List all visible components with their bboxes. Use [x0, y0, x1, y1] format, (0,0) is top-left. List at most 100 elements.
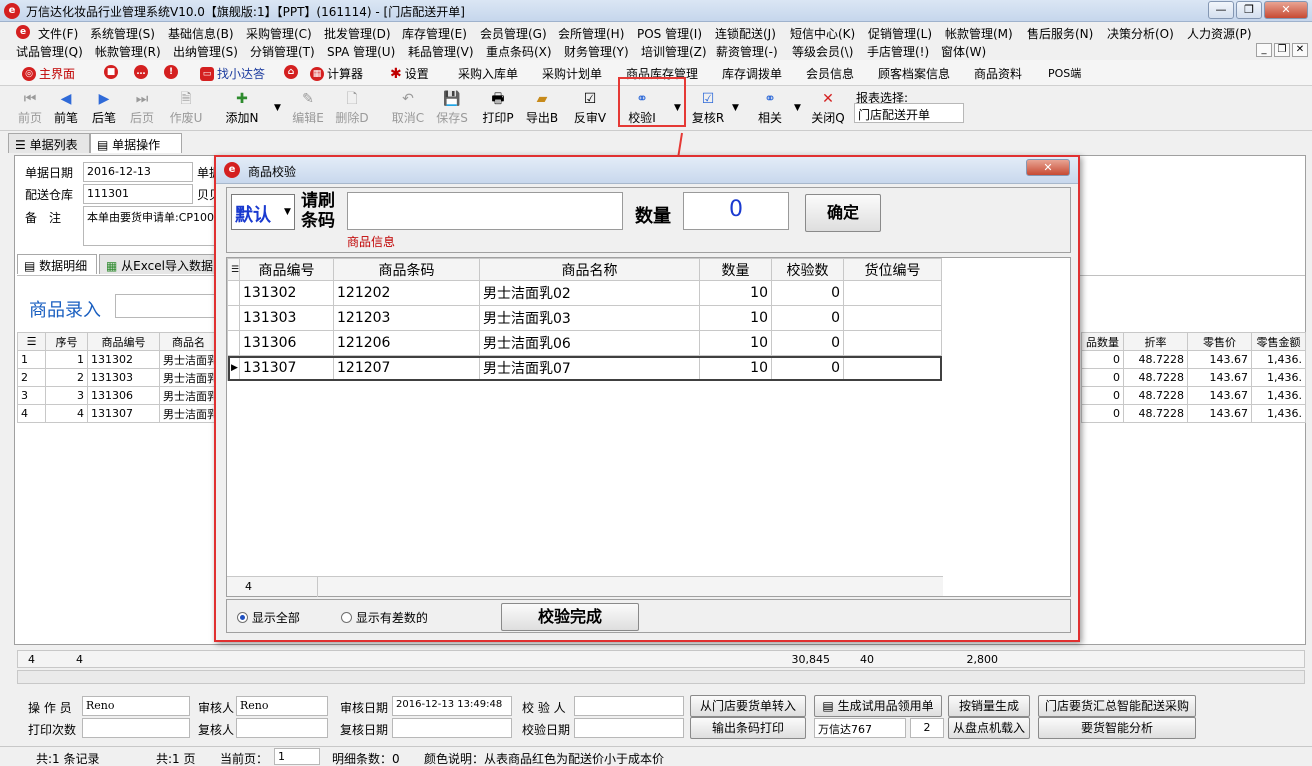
- reviewer-field[interactable]: [236, 718, 328, 738]
- tab-detail[interactable]: ▤ 数据明细: [17, 254, 97, 274]
- cell[interactable]: 0: [1081, 386, 1124, 405]
- menu-item[interactable]: 试品管理(Q): [16, 43, 83, 60]
- col-header[interactable]: 序号: [45, 332, 88, 351]
- nav-link[interactable]: 库存调拨单: [722, 65, 782, 82]
- quantity-input[interactable]: 0: [683, 192, 789, 230]
- verify-button[interactable]: ⚭ 校验I: [622, 89, 662, 129]
- cell[interactable]: 131302: [87, 350, 160, 369]
- cell[interactable]: 131306: [87, 386, 160, 405]
- smart-purchase-button[interactable]: 门店要货汇总智能配送采购: [1038, 695, 1196, 717]
- cell[interactable]: [843, 280, 942, 306]
- menu-item[interactable]: 会员管理(G): [480, 25, 547, 42]
- generate-by-sales-button[interactable]: 按销量生成: [948, 695, 1030, 717]
- table-row[interactable]: 3 3 131306 男士洁面乳: [17, 386, 218, 405]
- menu-item[interactable]: 薪资管理(-): [716, 43, 778, 60]
- related-dropdown-arrow[interactable]: ▼: [794, 103, 801, 113]
- col-header[interactable]: 商品编号: [239, 258, 334, 281]
- cell[interactable]: 131303: [87, 368, 160, 387]
- verify-dropdown-arrow[interactable]: ▼: [674, 103, 681, 113]
- nav-link[interactable]: 顾客档案信息: [878, 65, 950, 82]
- table-row[interactable]: 0 48.7228 143.67 1,436.: [1081, 404, 1306, 423]
- col-header[interactable]: 商品名: [159, 332, 218, 351]
- col-header[interactable]: 商品条码: [333, 258, 480, 281]
- table-row[interactable]: 4 4 131307 男士洁面乳: [17, 404, 218, 423]
- cell[interactable]: 1,436.: [1251, 368, 1306, 387]
- reaudit-button[interactable]: ☑ 复核R: [688, 89, 728, 129]
- mdi-restore-button[interactable]: ❐: [1274, 43, 1290, 57]
- mdi-close-button[interactable]: ✕: [1292, 43, 1308, 57]
- cell[interactable]: 143.67: [1187, 404, 1252, 423]
- home-link[interactable]: ◎ 主界面: [22, 65, 75, 82]
- menu-item[interactable]: 连锁配送(J): [715, 25, 776, 42]
- cancel-button[interactable]: ↶ 取消C: [388, 89, 428, 129]
- cell[interactable]: [843, 355, 942, 381]
- show-all-radio[interactable]: 显示全部: [237, 609, 300, 626]
- save-button[interactable]: 💾 保存S: [432, 89, 472, 129]
- menu-item[interactable]: 培训管理(Z): [641, 43, 707, 60]
- print-count-field[interactable]: [82, 718, 190, 738]
- find-link[interactable]: ▭ 找小达答: [200, 65, 265, 82]
- col-header[interactable]: 商品名称: [479, 258, 700, 281]
- smart-analysis-button[interactable]: 要货智能分析: [1038, 717, 1196, 739]
- menu-item[interactable]: 重点条码(X): [486, 43, 552, 60]
- generate-trial-button[interactable]: ▤ 生成试用品领用单: [814, 695, 942, 717]
- entry-input[interactable]: [115, 294, 225, 318]
- menu-item[interactable]: POS 管理(I): [637, 25, 702, 42]
- cell[interactable]: 48.7228: [1123, 368, 1188, 387]
- menu-item[interactable]: 系统管理(S): [90, 25, 155, 42]
- nav-link[interactable]: 商品资料: [974, 65, 1022, 82]
- menu-item[interactable]: 售后服务(N): [1027, 25, 1093, 42]
- cell[interactable]: 1,436.: [1251, 386, 1306, 405]
- maximize-button[interactable]: ❐: [1236, 1, 1262, 19]
- export-button[interactable]: ▰ 导出B: [522, 89, 562, 129]
- delete-button[interactable]: 🗋 删除D: [332, 89, 372, 129]
- edit-button[interactable]: ✎ 编辑E: [288, 89, 328, 129]
- menu-item[interactable]: 等级会员(\): [792, 43, 853, 60]
- menu-item[interactable]: 批发管理(D): [324, 25, 391, 42]
- cell[interactable]: 48.7228: [1123, 350, 1188, 369]
- col-header[interactable]: 品数量: [1081, 332, 1124, 351]
- cell[interactable]: 男士洁面乳: [159, 386, 218, 405]
- load-scanner-button[interactable]: 从盘点机载入: [948, 717, 1030, 739]
- menu-item[interactable]: 会所管理(H): [558, 25, 624, 42]
- confirm-button[interactable]: 确定: [805, 194, 881, 232]
- table-row[interactable]: 1 1 131302 男士洁面乳: [17, 350, 218, 369]
- col-header[interactable]: 商品编号: [87, 332, 160, 351]
- col-header[interactable]: 零售金额: [1251, 332, 1306, 351]
- menu-item[interactable]: 手店管理(!): [867, 43, 929, 60]
- cell[interactable]: 131307: [239, 355, 334, 381]
- mdi-minimize-button[interactable]: _: [1256, 43, 1272, 57]
- grid-menu-icon[interactable]: ☰: [227, 258, 240, 281]
- operator-field[interactable]: Reno: [82, 696, 190, 716]
- menu-item[interactable]: 分销管理(T): [250, 43, 315, 60]
- related-button[interactable]: ⚭ 相关: [750, 89, 790, 129]
- mode-select[interactable]: 默认 ▼: [231, 194, 295, 230]
- menu-item[interactable]: 采购管理(C): [246, 25, 312, 42]
- void-button[interactable]: 🗎 作废U: [166, 89, 206, 129]
- cell[interactable]: 48.7228: [1123, 404, 1188, 423]
- calculator-link[interactable]: ▦ 计算器: [310, 65, 363, 82]
- menu-item[interactable]: 促销管理(L): [868, 25, 932, 42]
- vendor-field[interactable]: 万信达767: [814, 718, 906, 738]
- menu-item[interactable]: 文件(F): [38, 25, 78, 42]
- reaudit-dropdown-arrow[interactable]: ▼: [732, 103, 739, 113]
- col-header[interactable]: 校验数: [771, 258, 844, 281]
- menu-item[interactable]: 决策分析(O): [1107, 25, 1174, 42]
- cell[interactable]: 0: [1081, 368, 1124, 387]
- col-header[interactable]: 数量: [699, 258, 772, 281]
- dialog-close-button[interactable]: ✕: [1026, 159, 1070, 176]
- audit-date-field[interactable]: 2016-12-13 13:49:48: [392, 696, 512, 716]
- cell[interactable]: 143.67: [1187, 350, 1252, 369]
- table-row[interactable]: 2 2 131303 男士洁面乳: [17, 368, 218, 387]
- menu-item[interactable]: SPA 管理(U): [327, 43, 395, 60]
- menu-item[interactable]: 耗品管理(V): [408, 43, 474, 60]
- cell[interactable]: 男士洁面乳06: [479, 330, 700, 356]
- auditor-field[interactable]: Reno: [236, 696, 328, 716]
- grid-menu-icon[interactable]: ☰: [17, 332, 46, 351]
- chat-button[interactable]: …: [134, 65, 148, 79]
- col-header[interactable]: 零售价: [1187, 332, 1252, 351]
- lock-button[interactable]: ■: [104, 65, 118, 79]
- cell[interactable]: 131307: [87, 404, 160, 423]
- report-select[interactable]: 门店配送开单: [854, 103, 964, 123]
- menu-item[interactable]: 帐款管理(M): [945, 25, 1013, 42]
